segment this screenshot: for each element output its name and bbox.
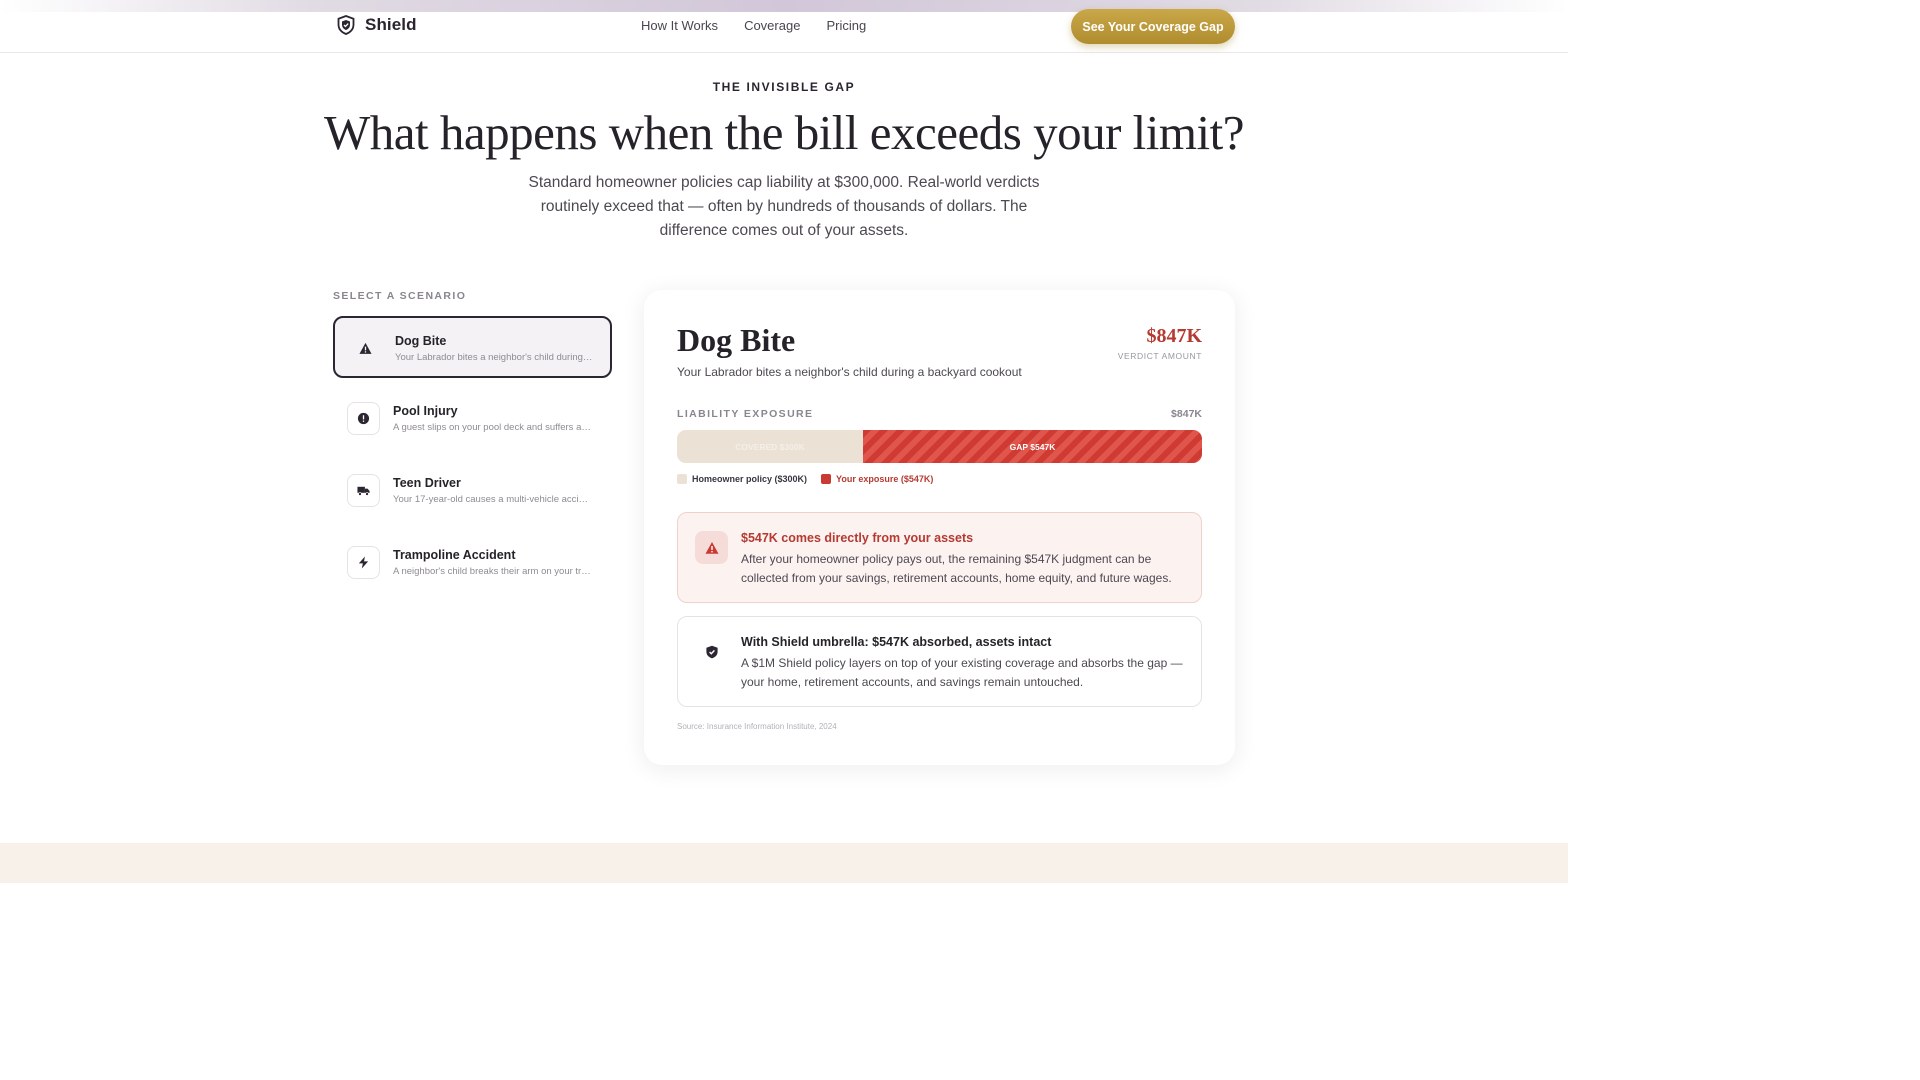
legend-exposure: Your exposure ($547K) <box>821 474 933 484</box>
brand-name: Shield <box>365 15 417 34</box>
legend-exposure-label: Your exposure ($547K) <box>836 474 934 484</box>
scenario-icon-box <box>349 332 382 365</box>
legend-swatch <box>677 474 687 484</box>
scenario-desc: Your Labrador bites a neighbor's child d… <box>395 352 595 363</box>
hero-headline: What happens when the bill exceeds your … <box>324 105 1244 160</box>
site-header: Shield How It Works Coverage Pricing See… <box>0 0 1568 53</box>
liability-exposure-label: LIABILITY EXPOSURE <box>677 408 814 420</box>
warning-icon <box>359 342 372 354</box>
scenario-title: Trampoline Accident <box>393 548 516 562</box>
verdict-amount-label: VERDICT AMOUNT <box>1117 351 1202 361</box>
alert-icon-box <box>695 531 728 564</box>
warning-icon <box>705 541 718 554</box>
detail-desc: Your Labrador bites a neighbor's child d… <box>677 365 1022 379</box>
bar-covered-segment: COVERED $300K <box>677 430 863 463</box>
shield-icon <box>337 15 355 35</box>
shield-check-icon <box>705 645 718 658</box>
source-citation: Source: Insurance Information Institute,… <box>677 722 837 731</box>
scenario-dog-bite[interactable]: Dog Bite Your Labrador bites a neighbor'… <box>333 316 612 378</box>
scenario-pool-injury[interactable]: Pool Injury A guest slips on your pool d… <box>333 388 612 450</box>
nav-pricing[interactable]: Pricing <box>826 18 866 33</box>
lightning-icon <box>358 556 369 569</box>
main-nav: How It Works Coverage Pricing <box>641 18 866 33</box>
scenario-icon-box <box>347 546 380 579</box>
exposure-legend: Homeowner policy ($300K) Your exposure (… <box>677 474 933 484</box>
shield-title: With Shield umbrella: $547K absorbed, as… <box>741 635 1052 649</box>
exposure-bar: COVERED $300K GAP $547K <box>677 430 1202 463</box>
scenario-icon-box <box>347 474 380 507</box>
scenario-desc: A neighbor's child breaks their arm on y… <box>393 566 593 577</box>
hero-eyebrow: THE INVISIBLE GAP <box>712 80 856 94</box>
shield-icon-box <box>695 635 728 668</box>
legend-swatch <box>821 474 832 484</box>
legend-homeowner-label: Homeowner policy ($300K) <box>692 474 808 484</box>
next-section-band <box>0 843 1568 883</box>
scenario-title: Teen Driver <box>393 476 461 490</box>
alert-text: After your homeowner policy pays out, th… <box>741 552 1172 585</box>
legend-homeowner: Homeowner policy ($300K) <box>677 474 807 484</box>
scenario-title: Pool Injury <box>393 404 458 418</box>
scenario-desc: A guest slips on your pool deck and suff… <box>393 422 593 433</box>
scenario-icon-box <box>347 402 380 435</box>
shield-umbrella-box: With Shield umbrella: $547K absorbed, as… <box>677 616 1202 707</box>
scenario-desc: Your 17-year-old causes a multi-vehicle … <box>393 494 593 505</box>
truck-icon <box>357 486 370 496</box>
alert-circle-icon <box>357 412 370 425</box>
shield-text: A $1M Shield policy layers on top of you… <box>741 656 1183 689</box>
nav-how-it-works[interactable]: How It Works <box>641 18 718 33</box>
detail-title: Dog Bite <box>677 322 796 358</box>
nav-coverage[interactable]: Coverage <box>744 18 800 33</box>
scenario-detail-card: Dog Bite Your Labrador bites a neighbor'… <box>644 290 1235 765</box>
brand-logo[interactable]: Shield <box>337 15 417 35</box>
scenario-trampoline-accident[interactable]: Trampoline Accident A neighbor's child b… <box>333 532 612 594</box>
bar-gap-segment: GAP $547K <box>863 430 1202 463</box>
alert-title: $547K comes directly from your assets <box>741 531 974 545</box>
scenario-teen-driver[interactable]: Teen Driver Your 17-year-old causes a mu… <box>333 460 612 522</box>
scenario-title: Dog Bite <box>395 334 447 348</box>
liability-exposure-value: $847K <box>1171 408 1202 420</box>
see-coverage-gap-button[interactable]: See Your Coverage Gap <box>1071 9 1235 44</box>
scenario-select-label: SELECT A SCENARIO <box>333 290 467 302</box>
hero-subhead: Standard homeowner policies cap liabilit… <box>528 174 1040 239</box>
asset-risk-alert: $547K comes directly from your assets Af… <box>677 512 1202 603</box>
verdict-amount: $847K <box>1146 325 1202 347</box>
